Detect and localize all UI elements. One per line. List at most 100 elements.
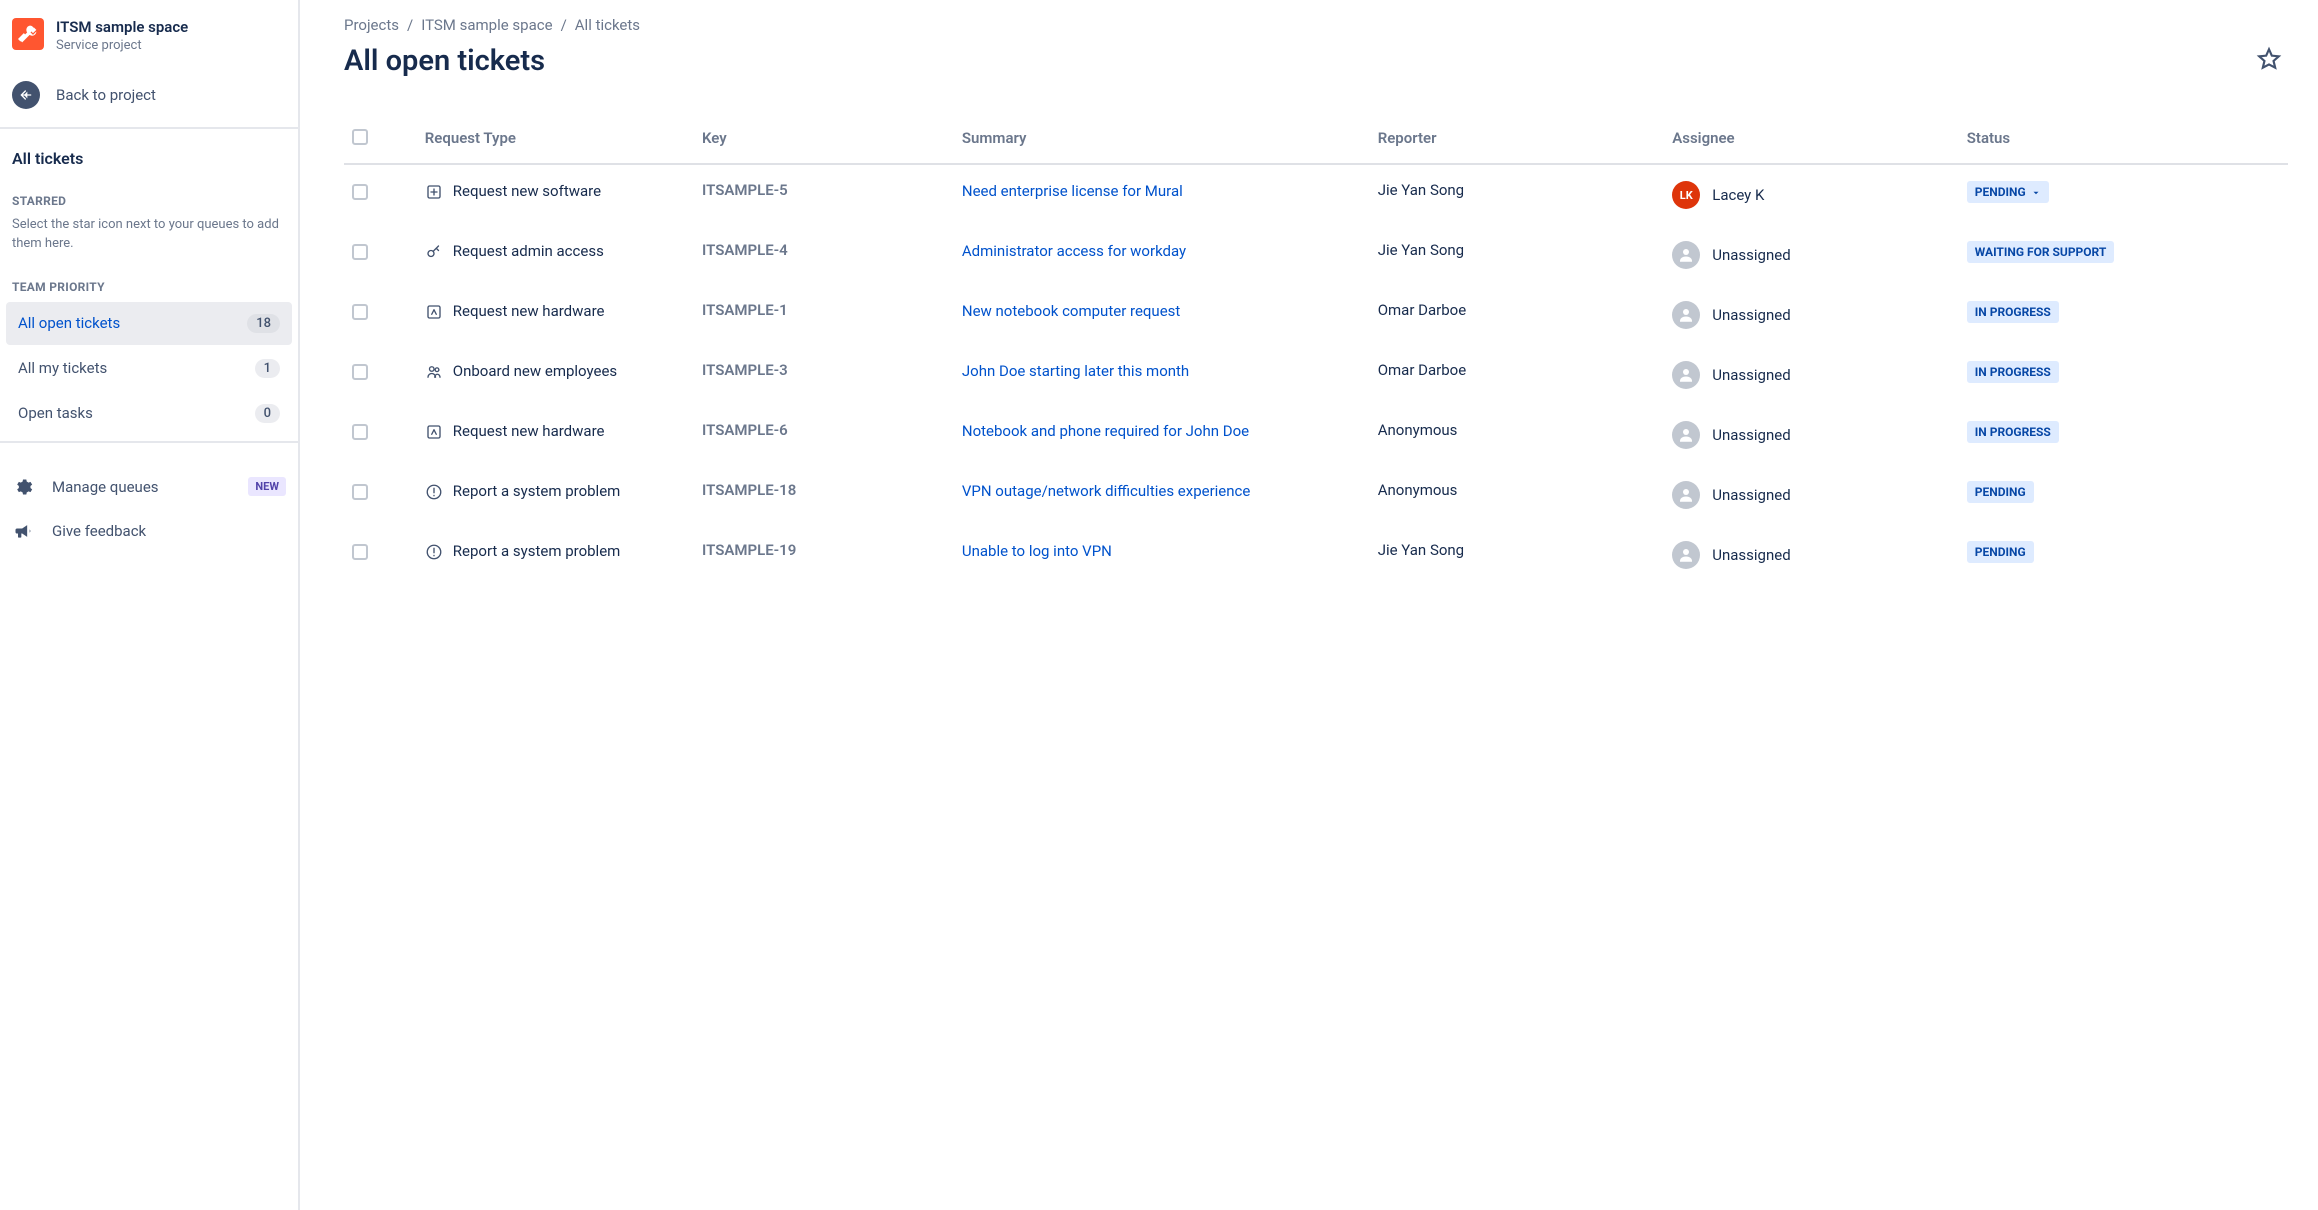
summary-link[interactable]: New notebook computer request — [962, 302, 1180, 320]
request-type-label: Request new hardware — [453, 421, 605, 441]
table-row: Report a system problemITSAMPLE-18VPN ou… — [344, 465, 2288, 525]
star-icon — [2256, 46, 2282, 72]
summary-link[interactable]: VPN outage/network difficulties experien… — [962, 482, 1250, 500]
ticket-key[interactable]: ITSAMPLE-18 — [702, 481, 796, 499]
row-checkbox[interactable] — [352, 364, 368, 380]
user-avatar: LK — [1672, 181, 1700, 209]
summary-link[interactable]: Administrator access for workday — [962, 242, 1186, 260]
row-checkbox[interactable] — [352, 544, 368, 560]
divider — [0, 127, 298, 129]
ticket-key[interactable]: ITSAMPLE-3 — [702, 361, 788, 379]
starred-heading: STARRED — [0, 176, 298, 214]
assignee-name: Unassigned — [1712, 306, 1790, 324]
status-badge[interactable]: PENDING — [1967, 481, 2034, 503]
table-row: Request new software ITSAMPLE-5 Need enter… — [344, 164, 2288, 225]
summary-link[interactable]: John Doe starting later this month — [962, 362, 1189, 380]
wrench-icon — [12, 18, 44, 50]
status-badge[interactable]: IN PROGRESS — [1967, 421, 2059, 443]
status-text: PENDING — [1975, 185, 2026, 199]
ticket-key[interactable]: ITSAMPLE-5 — [702, 181, 788, 199]
breadcrumb-separator: / — [407, 16, 413, 34]
table-row: Report a system problem ITSAMPLE-19 Unable… — [344, 525, 2288, 585]
queue-item[interactable]: Open tasks0 — [6, 392, 292, 435]
queue-label: All my tickets — [18, 359, 107, 377]
request-type-label: Request new hardware — [453, 301, 605, 321]
all-tickets-heading[interactable]: All tickets — [0, 141, 298, 176]
assignee-name: Unassigned — [1712, 426, 1790, 444]
breadcrumb-alltickets[interactable]: All tickets — [575, 16, 640, 34]
column-reporter[interactable]: Reporter — [1370, 116, 1665, 164]
column-checkbox — [344, 116, 417, 164]
chevron-down-icon — [2031, 187, 2041, 197]
column-request-type[interactable]: Request Type — [417, 116, 694, 164]
gear-icon — [12, 477, 34, 497]
give-feedback-button[interactable]: Give feedback — [0, 509, 298, 553]
page-title: All open tickets — [344, 44, 545, 78]
request-type-label: Request new software — [453, 181, 601, 201]
breadcrumb-separator: / — [561, 16, 567, 34]
alert-icon — [425, 543, 443, 561]
status-badge[interactable]: IN PROGRESS — [1967, 301, 2059, 323]
manage-queues-label: Manage queues — [52, 478, 230, 496]
starred-helper: Select the star icon next to your queues… — [0, 214, 298, 262]
status-text: IN PROGRESS — [1975, 365, 2051, 379]
reporter-name: Jie Yan Song — [1378, 241, 1464, 259]
queue-label: All open tickets — [18, 314, 120, 332]
unassigned-avatar-icon — [1672, 361, 1700, 389]
project-subtitle: Service project — [56, 38, 188, 53]
queue-list: All open tickets18 All my tickets 1 Open ta… — [0, 300, 298, 437]
status-text: IN PROGRESS — [1975, 305, 2051, 319]
reporter-name: Jie Yan Song — [1378, 181, 1464, 199]
sidebar: ITSM sample space Service project Back t… — [0, 0, 300, 1210]
column-status[interactable]: Status — [1959, 116, 2288, 164]
unassigned-avatar-icon — [1672, 241, 1700, 269]
ticket-key[interactable]: ITSAMPLE-6 — [702, 421, 788, 439]
status-badge[interactable]: WAITING FOR SUPPORT — [1967, 241, 2115, 263]
request-type-label: Request admin access — [453, 241, 604, 261]
ticket-table: Request Type Key Summary Reporter Assign… — [344, 116, 2288, 585]
divider — [0, 441, 298, 443]
breadcrumb: Projects / ITSM sample space / All ticke… — [344, 16, 2288, 34]
row-checkbox[interactable] — [352, 244, 368, 260]
queue-count: 0 — [255, 404, 280, 423]
ticket-key[interactable]: ITSAMPLE-4 — [702, 241, 788, 259]
hardware-icon — [425, 303, 443, 321]
summary-link[interactable]: Need enterprise license for Mural — [962, 182, 1183, 200]
manage-queues-button[interactable]: Manage queues NEW — [0, 465, 298, 509]
assignee-name: Unassigned — [1712, 546, 1790, 564]
summary-link[interactable]: Notebook and phone required for John Doe — [962, 422, 1249, 440]
ticket-key[interactable]: ITSAMPLE-1 — [702, 301, 788, 319]
status-badge[interactable]: PENDING — [1967, 181, 2049, 203]
status-badge[interactable]: PENDING — [1967, 541, 2034, 563]
request-type-label: Report a system problem — [453, 541, 621, 561]
select-all-checkbox[interactable] — [352, 129, 368, 145]
back-to-project-button[interactable]: Back to project — [0, 67, 298, 123]
status-badge[interactable]: IN PROGRESS — [1967, 361, 2059, 383]
column-summary[interactable]: Summary — [954, 116, 1370, 164]
megaphone-icon — [12, 521, 34, 541]
table-row: Request admin access ITSAMPLE-4 Administra… — [344, 225, 2288, 285]
unassigned-avatar-icon — [1672, 541, 1700, 569]
star-button[interactable] — [2250, 40, 2288, 82]
queue-item[interactable]: All open tickets18 — [6, 302, 292, 345]
queue-item[interactable]: All my tickets 1 — [6, 347, 292, 390]
row-checkbox[interactable] — [352, 484, 368, 500]
unassigned-avatar-icon — [1672, 421, 1700, 449]
breadcrumb-projects[interactable]: Projects — [344, 16, 399, 34]
summary-link[interactable]: Unable to log into VPN — [962, 542, 1112, 560]
key-icon — [425, 243, 443, 261]
row-checkbox[interactable] — [352, 304, 368, 320]
column-assignee[interactable]: Assignee — [1664, 116, 1959, 164]
ticket-key[interactable]: ITSAMPLE-19 — [702, 541, 796, 559]
breadcrumb-space[interactable]: ITSM sample space — [421, 16, 552, 34]
assignee-name: Unassigned — [1712, 366, 1790, 384]
row-checkbox[interactable] — [352, 424, 368, 440]
project-header: ITSM sample space Service project — [0, 18, 298, 67]
queue-count: 1 — [255, 359, 280, 378]
row-checkbox[interactable] — [352, 184, 368, 200]
give-feedback-label: Give feedback — [52, 522, 286, 540]
new-badge: NEW — [248, 477, 286, 496]
team-priority-heading: TEAM PRIORITY — [0, 262, 298, 300]
column-key[interactable]: Key — [694, 116, 954, 164]
table-row: Request new hardware ITSAMPLE-6 Notebook a… — [344, 405, 2288, 465]
